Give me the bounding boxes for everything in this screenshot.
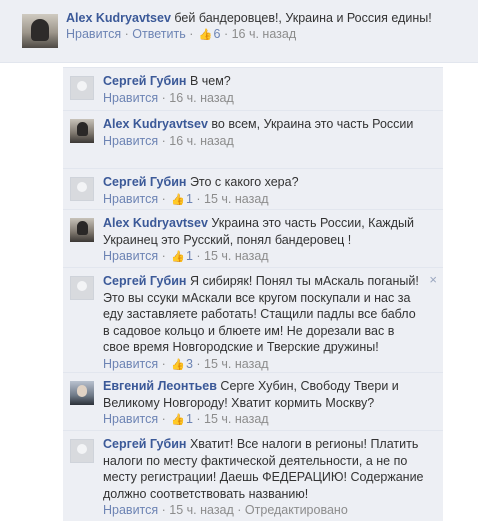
avatar[interactable]	[70, 276, 94, 300]
reply-author[interactable]: Евгений Леонтьев	[103, 379, 217, 393]
reply-author[interactable]: Alex Kudryavtsev	[103, 216, 208, 230]
thumbs-up-icon: 👍	[171, 358, 185, 371]
reply-item: × Сергей Губин Я сибиряк! Понял ты мАска…	[63, 267, 443, 372]
like-button[interactable]: Нравится	[103, 503, 158, 517]
timestamp: 16 ч. назад	[169, 133, 234, 148]
reply-author[interactable]: Сергей Губин	[103, 74, 186, 88]
avatar[interactable]	[70, 439, 94, 463]
reply-text: В чем?	[189, 74, 231, 88]
timestamp: 15 ч. назад	[204, 412, 269, 426]
reply-item: Евгений Леонтьев Серге Хубин, Свободу Тв…	[63, 372, 443, 430]
thumbs-up-icon: 👍	[171, 193, 185, 206]
reply-text: Это с какого хера?	[189, 175, 299, 189]
avatar[interactable]	[70, 177, 94, 201]
reply-button[interactable]: Ответить	[132, 27, 185, 41]
avatar[interactable]	[70, 76, 94, 100]
top-comment: Alex Kudryavtsev бей бандеровцев!, Украи…	[0, 0, 478, 63]
like-count[interactable]: 1	[186, 192, 193, 206]
reply-item: Alex Kudryavtsev Украина это часть Росси…	[63, 209, 443, 267]
avatar[interactable]	[70, 218, 94, 242]
like-button[interactable]: Нравится	[103, 91, 158, 105]
like-count[interactable]: 3	[186, 357, 193, 371]
thumbs-up-icon: 👍	[171, 414, 185, 426]
like-button[interactable]: Нравится	[103, 412, 158, 426]
reply-text: во всем, Украина это часть России	[211, 117, 414, 131]
reply-author[interactable]: Сергей Губин	[103, 175, 186, 189]
timestamp: 15 ч. назад	[204, 249, 269, 263]
thumbs-up-icon: 👍	[198, 29, 213, 41]
reply-author[interactable]: Сергей Губин	[103, 437, 186, 451]
reply-item: Alex Kudryavtsev во всем, Украина это ча…	[63, 110, 443, 168]
reply-author[interactable]: Alex Kudryavtsev	[103, 117, 208, 131]
reply-author[interactable]: Сергей Губин	[103, 274, 186, 288]
timestamp: 15 ч. назад	[169, 503, 234, 517]
timestamp: 15 ч. назад	[204, 356, 269, 371]
like-button[interactable]: Нравится	[103, 357, 158, 371]
thumbs-up-icon: 👍	[171, 251, 185, 263]
avatar[interactable]	[70, 119, 94, 143]
timestamp: 15 ч. назад	[204, 191, 269, 206]
reply-item: Сергей Губин Хватит! Все налоги в регион…	[63, 430, 443, 521]
comment-thread: Alex Kudryavtsev бей бандеровцев!, Украи…	[0, 0, 489, 521]
timestamp: 16 ч. назад	[231, 27, 297, 41]
like-button[interactable]: Нравится	[103, 249, 158, 263]
like-button[interactable]: Нравится	[103, 134, 158, 148]
comment-text: бей бандеровцев!, Украина и Россия едины…	[174, 11, 432, 25]
reply-item: Сергей Губин Это с какого хера? Нравится…	[63, 168, 443, 209]
avatar[interactable]	[22, 14, 58, 48]
edited-status: Отредактировано	[244, 503, 348, 517]
like-button[interactable]: Нравится	[66, 27, 121, 41]
comment-author[interactable]: Alex Kudryavtsev	[66, 11, 171, 25]
close-icon[interactable]: ×	[429, 272, 437, 287]
like-count[interactable]: 1	[186, 249, 193, 263]
avatar[interactable]	[70, 381, 94, 405]
timestamp: 16 ч. назад	[169, 90, 234, 105]
like-count[interactable]: 1	[186, 412, 193, 426]
like-button[interactable]: Нравится	[103, 192, 158, 206]
reply-item: Сергей Губин В чем? Нравится · 16 ч. наз…	[63, 67, 443, 110]
